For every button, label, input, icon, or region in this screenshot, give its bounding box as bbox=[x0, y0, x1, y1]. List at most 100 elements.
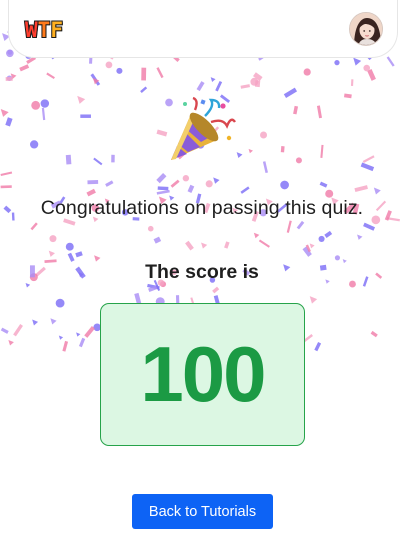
confetti-piece bbox=[314, 341, 322, 352]
confetti-piece bbox=[92, 77, 100, 85]
app-logo[interactable]: W T F bbox=[24, 18, 64, 42]
confetti-piece bbox=[153, 236, 162, 244]
confetti-piece bbox=[65, 242, 74, 251]
confetti-piece bbox=[334, 59, 340, 66]
confetti-piece bbox=[324, 230, 333, 238]
confetti-piece bbox=[316, 105, 322, 119]
confetti-piece bbox=[196, 81, 205, 92]
confetti-piece bbox=[0, 327, 9, 334]
confetti-piece bbox=[295, 157, 302, 164]
confetti-piece bbox=[111, 154, 115, 163]
confetti-piece bbox=[84, 325, 95, 338]
confetti-piece bbox=[296, 220, 305, 230]
quiz-result-page: W T F Congratulations on passing this qu… bbox=[0, 0, 404, 552]
score-card: 100 bbox=[100, 303, 305, 446]
confetti-piece bbox=[156, 67, 164, 79]
confetti-piece bbox=[250, 77, 259, 86]
confetti-piece bbox=[367, 69, 376, 81]
confetti-piece bbox=[362, 155, 375, 163]
confetti-piece bbox=[253, 72, 263, 81]
confetti-piece bbox=[90, 73, 101, 86]
confetti-piece bbox=[148, 285, 159, 293]
confetti-piece bbox=[185, 240, 194, 251]
confetti-piece bbox=[93, 157, 103, 166]
logo-letter-t: T bbox=[37, 18, 52, 42]
confetti-piece bbox=[157, 186, 169, 191]
confetti-piece bbox=[353, 57, 362, 66]
confetti-piece bbox=[280, 146, 285, 153]
confetti-piece bbox=[78, 337, 86, 348]
confetti-piece bbox=[7, 49, 13, 55]
confetti-piece bbox=[357, 234, 363, 240]
confetti-piece bbox=[5, 76, 13, 81]
confetti-piece bbox=[49, 235, 57, 243]
back-to-tutorials-button[interactable]: Back to Tutorials bbox=[132, 494, 273, 529]
confetti-piece bbox=[105, 61, 113, 69]
confetti-piece bbox=[58, 335, 64, 340]
confetti-piece bbox=[6, 75, 13, 81]
confetti-piece bbox=[334, 255, 341, 261]
confetti-piece bbox=[280, 180, 289, 190]
logo-letter-f: F bbox=[49, 18, 64, 42]
confetti-piece bbox=[8, 339, 14, 346]
confetti-piece bbox=[0, 108, 9, 117]
confetti-piece bbox=[318, 235, 325, 242]
confetti-piece bbox=[293, 105, 299, 115]
confetti-piece bbox=[248, 148, 253, 154]
confetti-piece bbox=[262, 161, 268, 174]
confetti-piece bbox=[80, 114, 91, 118]
confetti-piece bbox=[201, 242, 208, 249]
confetti-piece bbox=[41, 107, 46, 121]
confetti-piece bbox=[254, 80, 261, 88]
confetti-piece bbox=[363, 222, 376, 231]
confetti-piece bbox=[86, 188, 96, 197]
logo-letter-w: W bbox=[24, 18, 39, 42]
confetti-piece bbox=[386, 56, 395, 67]
confetti-piece bbox=[363, 64, 371, 72]
top-bar: W T F bbox=[8, 0, 398, 58]
confetti-piece bbox=[156, 189, 170, 195]
confetti-piece bbox=[30, 140, 39, 149]
confetti-piece bbox=[215, 80, 223, 92]
confetti-piece bbox=[343, 93, 352, 99]
confetti-piece bbox=[205, 180, 213, 188]
confetti-piece bbox=[240, 84, 250, 89]
confetti-piece bbox=[319, 181, 328, 188]
avatar[interactable] bbox=[349, 12, 383, 46]
confetti-piece bbox=[253, 232, 260, 239]
confetti-piece bbox=[156, 172, 167, 184]
confetti-piece bbox=[147, 225, 154, 232]
confetti-piece bbox=[10, 73, 17, 80]
confetti-piece bbox=[77, 95, 86, 104]
confetti-piece bbox=[187, 184, 195, 193]
confetti-piece bbox=[320, 144, 324, 158]
confetti-piece bbox=[212, 286, 220, 294]
congrats-message: Congratulations on passing this quiz. bbox=[40, 197, 364, 219]
confetti-piece bbox=[62, 340, 69, 352]
confetti-piece bbox=[50, 318, 57, 325]
confetti-piece bbox=[87, 180, 99, 185]
confetti-piece bbox=[6, 49, 14, 58]
confetti-piece bbox=[309, 296, 318, 304]
confetti-piece bbox=[260, 131, 268, 139]
confetti-piece bbox=[286, 220, 292, 233]
confetti-piece bbox=[305, 244, 311, 253]
confetti-piece bbox=[210, 77, 216, 83]
confetti-piece bbox=[236, 152, 243, 159]
confetti-piece bbox=[170, 179, 180, 188]
confetti-piece bbox=[5, 117, 13, 127]
score-value: 100 bbox=[140, 330, 266, 418]
confetti-piece bbox=[76, 332, 81, 337]
confetti-piece bbox=[283, 87, 298, 98]
confetti-piece bbox=[105, 180, 114, 187]
confetti-piece bbox=[0, 171, 13, 177]
confetti-piece bbox=[182, 175, 190, 182]
confetti-piece bbox=[370, 330, 378, 338]
confetti-piece bbox=[373, 187, 381, 195]
confetti-piece bbox=[354, 185, 368, 192]
confetti-piece bbox=[46, 72, 55, 80]
confetti-piece bbox=[303, 68, 311, 76]
confetti-piece bbox=[140, 86, 148, 94]
confetti-piece bbox=[0, 185, 12, 189]
confetti-piece bbox=[75, 251, 83, 258]
